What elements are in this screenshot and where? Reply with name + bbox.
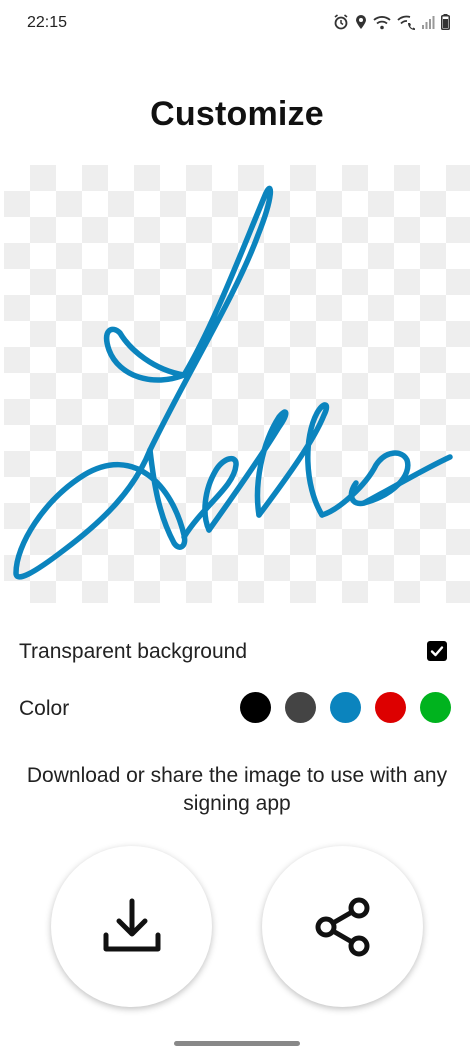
transparent-background-checkbox[interactable] (427, 641, 447, 661)
status-bar: 22:15 (0, 0, 474, 48)
wifi-icon (373, 15, 391, 29)
download-icon (103, 898, 160, 951)
color-label: Color (19, 697, 70, 720)
location-icon (356, 15, 366, 29)
color-swatches (240, 692, 451, 723)
color-swatch-red[interactable] (375, 692, 406, 723)
wifi-calling-icon (397, 15, 415, 30)
signature-drawing (13, 185, 453, 580)
color-swatch-dark-gray[interactable] (285, 692, 316, 723)
color-swatch-black[interactable] (240, 692, 271, 723)
color-swatch-blue[interactable] (330, 692, 361, 723)
signal-icon (422, 16, 435, 29)
download-button[interactable] (51, 846, 212, 1007)
status-time: 22:15 (27, 14, 68, 31)
page-title: Customize (150, 95, 324, 133)
navigation-handle[interactable] (174, 1041, 300, 1046)
info-text: Download or share the image to use with … (26, 764, 448, 815)
alarm-icon (334, 14, 348, 30)
transparent-background-label: Transparent background (19, 640, 248, 663)
color-swatch-green[interactable] (420, 692, 451, 723)
share-button[interactable] (262, 846, 423, 1007)
signature-preview (4, 165, 470, 603)
share-icon (315, 897, 369, 956)
battery-icon (441, 14, 450, 30)
check-icon (430, 646, 444, 657)
status-icons (333, 14, 450, 30)
